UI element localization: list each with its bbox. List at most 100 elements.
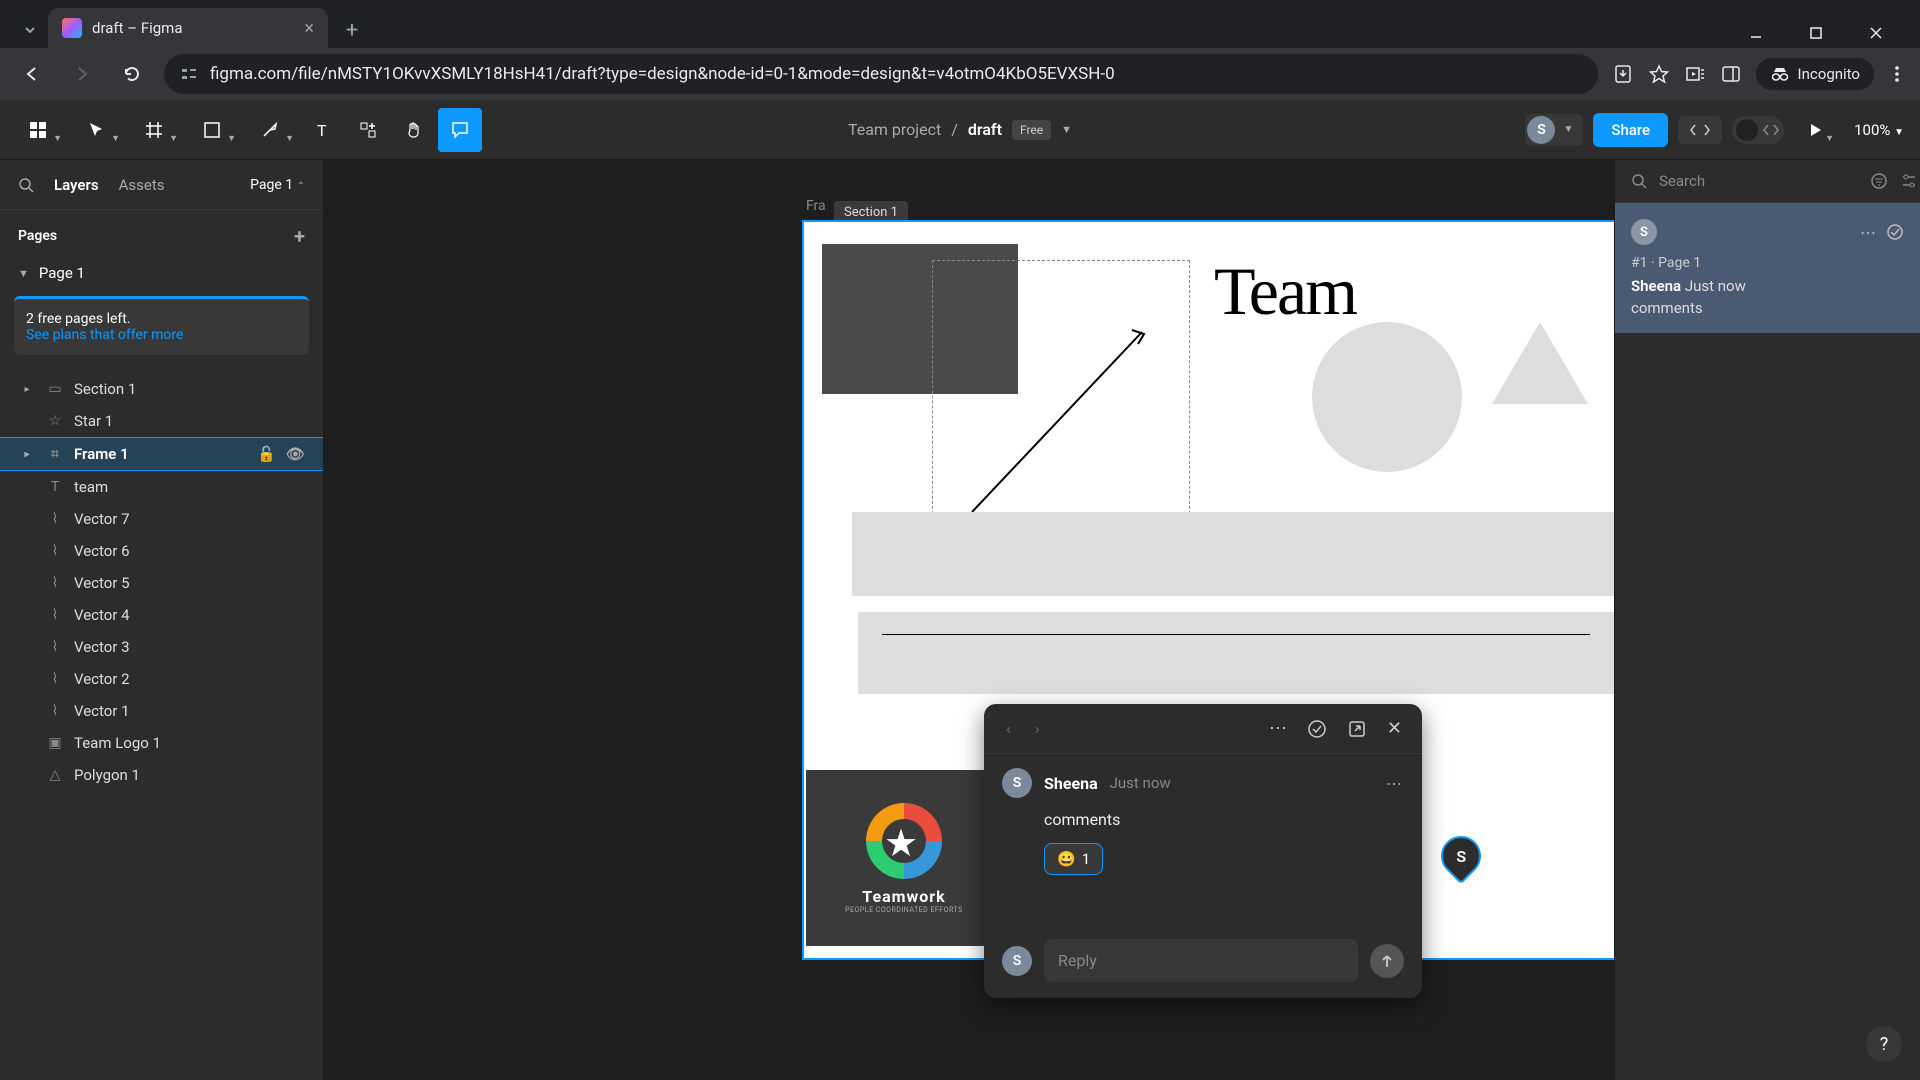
rectangle-bar-1[interactable]	[852, 512, 1614, 596]
layer-row[interactable]: ⌇Vector 6	[0, 535, 323, 567]
layer-row[interactable]: ☆Star 1	[0, 405, 323, 437]
incognito-icon	[1770, 64, 1790, 84]
dock-comment-icon[interactable]	[1341, 715, 1373, 743]
comment-tool[interactable]	[438, 108, 482, 152]
tab-search-dropdown[interactable]	[12, 12, 48, 48]
pages-heading: Pages	[18, 228, 57, 244]
present-button[interactable]: ▼	[1794, 108, 1838, 152]
canvas[interactable]: Fra Section 1 Team ★ Teamwork PEOPLE COO…	[324, 160, 1614, 1080]
team-text[interactable]: Team	[1214, 252, 1356, 331]
next-comment-button[interactable]: ›	[1027, 715, 1048, 742]
comment-item-menu[interactable]: ⋯	[1386, 774, 1404, 793]
address-bar[interactable]: figma.com/file/nMSTY1OKvvXSMLY18HsH41/dr…	[164, 54, 1598, 94]
comment-options-icon[interactable]: ⋯	[1263, 714, 1293, 743]
help-button[interactable]: ?	[1866, 1026, 1902, 1062]
layer-row[interactable]: Tteam	[0, 471, 323, 503]
filter-comments-icon[interactable]	[1900, 172, 1918, 190]
close-tab-icon[interactable]: ×	[304, 18, 314, 39]
resources-tool[interactable]	[346, 108, 390, 152]
sort-comments-icon[interactable]	[1870, 172, 1888, 190]
pen-tool[interactable]: ▼	[242, 108, 298, 152]
browser-tab[interactable]: draft – Figma ×	[48, 8, 328, 48]
comment-author-avatar: S	[1002, 768, 1032, 798]
ellipse-shape[interactable]	[1312, 322, 1462, 472]
shape-tool[interactable]: ▼	[184, 108, 240, 152]
card-menu-icon[interactable]: ⋯	[1860, 223, 1876, 242]
polygon-shape[interactable]	[1492, 322, 1588, 404]
layer-name: Vector 5	[74, 574, 130, 592]
reload-button[interactable]	[114, 56, 150, 92]
team-name[interactable]: Team project	[848, 120, 941, 139]
layer-row[interactable]: ▣Team Logo 1	[0, 727, 323, 759]
incognito-badge[interactable]: Incognito	[1756, 58, 1874, 90]
figma-favicon	[62, 18, 82, 38]
frame-label[interactable]: Fra	[806, 198, 826, 214]
chevron-down-icon: ▼	[18, 267, 29, 280]
see-plans-link[interactable]: See plans that offer more	[26, 327, 183, 343]
svg-text:T: T	[317, 121, 327, 139]
file-menu-caret[interactable]: ▼	[1061, 123, 1072, 136]
text-tool[interactable]: T	[300, 108, 344, 152]
card-resolve-icon[interactable]	[1886, 223, 1904, 242]
comment-pin[interactable]: S	[1433, 828, 1490, 885]
tab-layers[interactable]: Layers	[54, 176, 99, 194]
user-avatar[interactable]: S	[1527, 116, 1555, 144]
team-logo-image[interactable]: ★ Teamwork PEOPLE COORDINATED EFFORTS	[806, 770, 1002, 946]
close-window-icon[interactable]	[1856, 18, 1896, 48]
visibility-icon[interactable]: 👁	[286, 445, 305, 463]
layer-row[interactable]: ⌇Vector 7	[0, 503, 323, 535]
comment-card[interactable]: S ⋯ #1 · Page 1 Sheena Just now comments	[1615, 203, 1920, 333]
layer-type-icon: ⌇	[46, 703, 64, 719]
dev-mode-button[interactable]	[1678, 116, 1722, 144]
comment-author-name: Sheena	[1044, 774, 1098, 793]
layer-row[interactable]: ⌇Vector 5	[0, 567, 323, 599]
bookmark-icon[interactable]	[1648, 63, 1670, 85]
line-vector[interactable]	[882, 634, 1590, 635]
layer-row[interactable]: ▸▭Section 1	[0, 373, 323, 405]
arrow-vector[interactable]	[962, 322, 1162, 522]
minimize-icon[interactable]	[1736, 18, 1776, 48]
back-button[interactable]	[14, 56, 50, 92]
page-item[interactable]: ▼ Page 1	[0, 256, 323, 290]
file-name[interactable]: draft	[968, 120, 1002, 139]
new-tab-button[interactable]: +	[334, 12, 370, 48]
media-icon[interactable]	[1684, 63, 1706, 85]
hand-tool[interactable]	[392, 108, 436, 152]
layer-row[interactable]: ⌇Vector 3	[0, 631, 323, 663]
add-page-button[interactable]: +	[294, 224, 305, 248]
lock-icon[interactable]: 🔓	[257, 445, 276, 463]
layer-name: Polygon 1	[74, 766, 140, 784]
reply-input[interactable]	[1044, 939, 1358, 982]
move-tool[interactable]: ▼	[68, 108, 124, 152]
layer-row[interactable]: △Polygon 1	[0, 759, 323, 791]
close-comment-icon[interactable]: ✕	[1381, 714, 1408, 743]
site-settings-icon[interactable]	[180, 65, 198, 83]
layer-row[interactable]: ⌇Vector 4	[0, 599, 323, 631]
prev-comment-button[interactable]: ‹	[998, 715, 1019, 742]
search-icon[interactable]	[1631, 173, 1647, 189]
tab-assets[interactable]: Assets	[119, 176, 165, 194]
share-button[interactable]: Share	[1593, 113, 1668, 147]
main-menu-button[interactable]: ▼	[10, 108, 66, 152]
forward-button[interactable]	[64, 56, 100, 92]
layer-row[interactable]: ⌇Vector 2	[0, 663, 323, 695]
sidepanel-icon[interactable]	[1720, 63, 1742, 85]
search-layers-icon[interactable]	[18, 177, 34, 193]
search-comments-input[interactable]	[1659, 172, 1858, 190]
resolve-comment-icon[interactable]	[1301, 715, 1333, 743]
frame-tool[interactable]: ▼	[126, 108, 182, 152]
install-icon[interactable]	[1612, 63, 1634, 85]
reaction-chip[interactable]: 😀 1	[1044, 843, 1103, 875]
artboard-frame[interactable]: Team ★ Teamwork PEOPLE COORDINATED EFFOR…	[802, 220, 1614, 960]
maximize-icon[interactable]	[1796, 18, 1836, 48]
avatar-dropdown-caret[interactable]: ▼	[1555, 124, 1581, 135]
zoom-control[interactable]: 100% ▼	[1848, 121, 1910, 139]
send-reply-button[interactable]	[1370, 944, 1404, 978]
layer-row[interactable]: ⌇Vector 1	[0, 695, 323, 727]
browser-menu-icon[interactable]	[1888, 65, 1906, 83]
dev-mode-toggle[interactable]	[1732, 116, 1784, 144]
layer-row[interactable]: ▸⌗Frame 1🔓👁	[0, 437, 323, 471]
rectangle-bar-2[interactable]	[858, 612, 1614, 694]
reaction-emoji: 😀	[1057, 850, 1076, 868]
page-selector[interactable]: Page 1 ⌃	[250, 177, 305, 193]
